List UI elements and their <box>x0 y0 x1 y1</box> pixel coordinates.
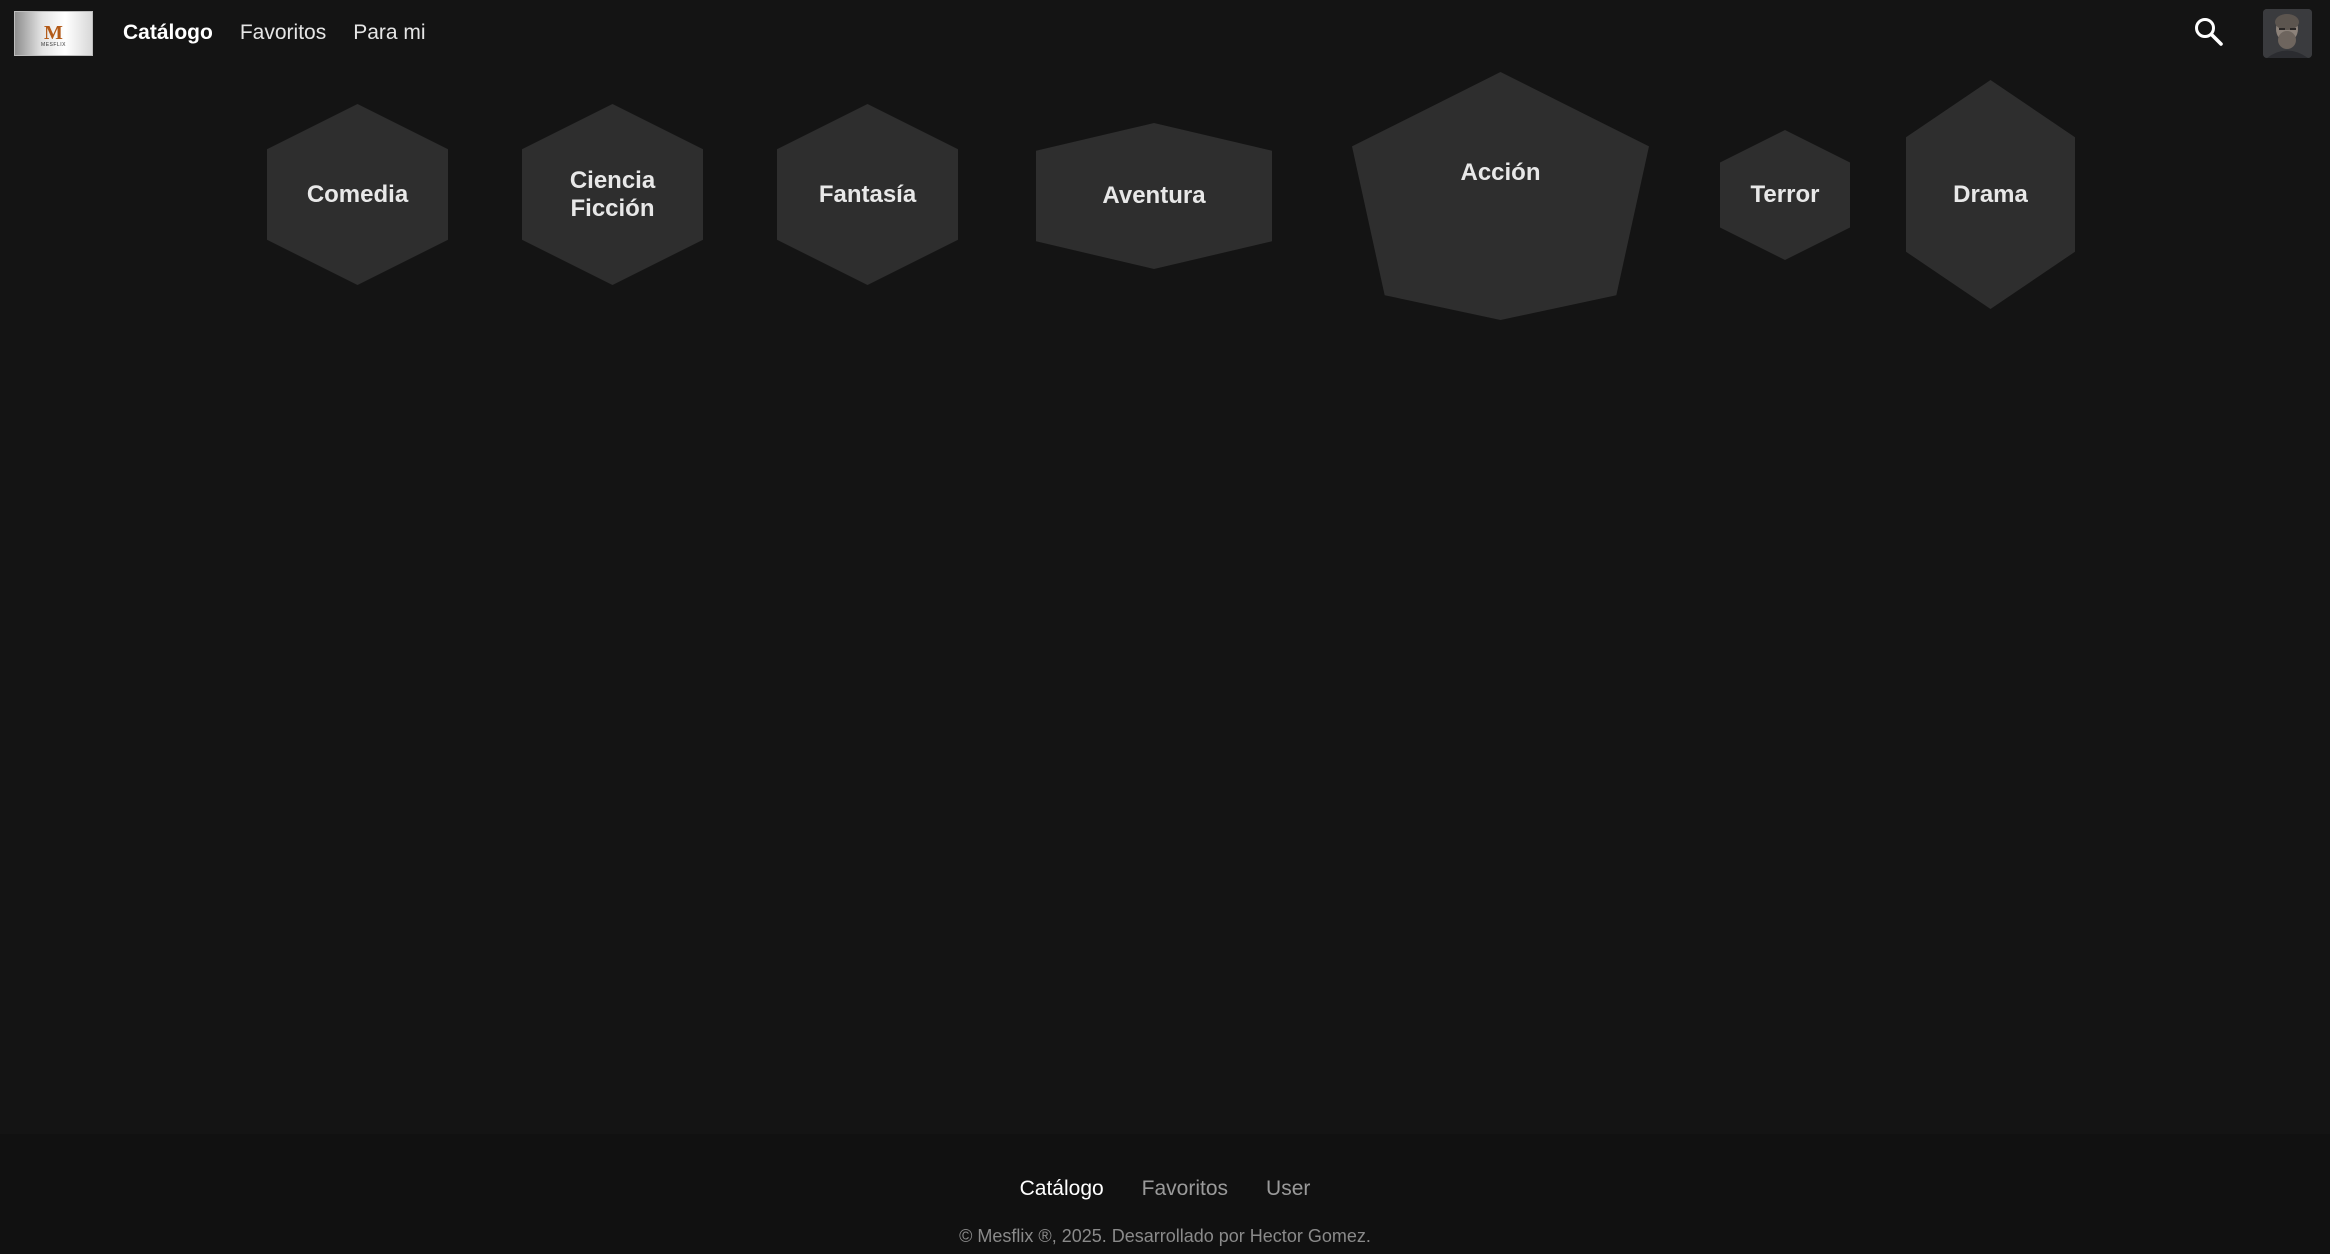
search-icon <box>2195 18 2223 46</box>
main-nav: Catálogo Favoritos Para mi <box>123 0 426 66</box>
app-root: M MESFLIX Catálogo Favoritos Para mi Com… <box>0 0 2330 1254</box>
logo-text: MESFLIX <box>41 41 66 48</box>
nav-para-mi[interactable]: Para mi <box>353 21 425 45</box>
genre-fantasia[interactable]: Fantasía <box>777 104 958 285</box>
logo-mark: M <box>44 21 63 44</box>
footer-link-user[interactable]: User <box>1266 1177 1310 1201</box>
genre-label: Comedia <box>306 180 409 208</box>
mesflix-logo[interactable]: M MESFLIX <box>14 11 93 56</box>
genre-grid: Comedia Ciencia Ficción Fantasía Aventur… <box>0 66 2330 336</box>
nav-catalogo[interactable]: Catálogo <box>123 21 213 45</box>
genre-label: Ciencia Ficción <box>569 166 656 222</box>
genre-label: Aventura <box>1102 182 1206 209</box>
genre-label: Terror <box>1750 181 1820 208</box>
genre-accion[interactable]: Acción <box>1352 72 1649 320</box>
user-avatar[interactable] <box>2263 9 2312 58</box>
copyright-text: © Mesflix ®, 2025. Desarrollado por Hect… <box>959 1226 1371 1246</box>
genre-aventura[interactable]: Aventura <box>1036 123 1272 269</box>
search-button[interactable] <box>2192 15 2226 49</box>
top-navbar: M MESFLIX Catálogo Favoritos Para mi <box>0 0 2330 66</box>
avatar-image <box>2263 9 2312 58</box>
genre-label: Fantasía <box>818 180 917 208</box>
genre-label: Drama <box>1953 180 2028 208</box>
footer: Catálogo Favoritos User © Mesflix ®, 202… <box>0 1134 2330 1254</box>
genre-terror[interactable]: Terror <box>1720 130 1850 260</box>
genre-drama[interactable]: Drama <box>1906 80 2075 309</box>
genre-ciencia-ficcion[interactable]: Ciencia Ficción <box>522 104 703 285</box>
genre-label: Acción <box>1460 159 1541 186</box>
genre-comedia[interactable]: Comedia <box>267 104 448 285</box>
footer-nav: Catálogo Favoritos User <box>0 1177 2330 1201</box>
footer-link-favoritos[interactable]: Favoritos <box>1142 1177 1228 1201</box>
footer-link-catalogo[interactable]: Catálogo <box>1020 1177 1104 1201</box>
nav-favoritos[interactable]: Favoritos <box>240 21 326 45</box>
